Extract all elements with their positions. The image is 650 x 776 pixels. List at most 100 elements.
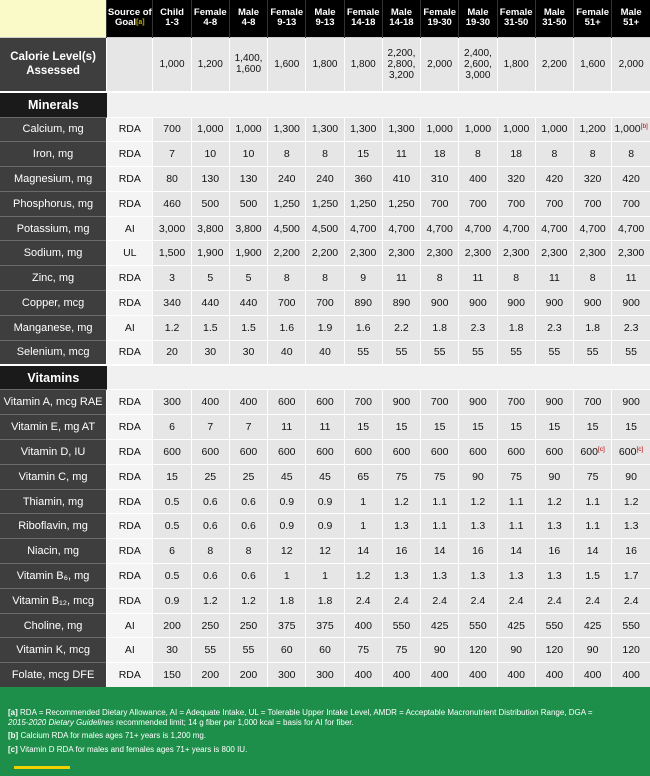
value-text: 16 [395, 545, 408, 558]
value-text: 1,900 [235, 247, 262, 260]
value-text: 600 [580, 445, 598, 458]
value-cell: 600 [267, 389, 306, 415]
value-text: 0.6 [202, 520, 218, 533]
value-text: 460 [163, 197, 181, 210]
value-cell: 1.8 [420, 314, 459, 341]
source-cell: RDA [106, 513, 153, 539]
value-cell: 600 [420, 439, 459, 465]
value-cell: 55 [381, 339, 421, 365]
value-text: 400 [469, 172, 487, 185]
value-cell: 1.8 [305, 587, 345, 614]
value-cell: 14 [343, 538, 383, 564]
value-cell: 0.5 [152, 563, 192, 589]
value-text: 1.1 [432, 520, 447, 533]
value-text: 0.9 [317, 495, 333, 508]
value-text: 16 [548, 545, 561, 558]
value-cell: 30 [152, 637, 192, 663]
value-cell: 0.9 [305, 513, 345, 539]
value-cell: 1.6 [343, 314, 383, 341]
value-text: 400 [545, 669, 564, 682]
value-text: 1.9 [317, 321, 333, 334]
value-text: 11 [319, 421, 331, 434]
value-text: 1.2 [547, 495, 562, 508]
value-text: 45 [319, 470, 331, 483]
value-cell: 8 [305, 141, 345, 167]
value-cell: 4,500 [267, 215, 306, 241]
value-cell: 240 [267, 166, 306, 192]
value-cell: 3,000 [152, 215, 192, 241]
value-text: 3,800 [197, 222, 224, 235]
value-text: 240 [316, 172, 334, 185]
value-cell: 4,700 [496, 215, 536, 241]
table-row: Selenium, mcg RDA 20 30 30 40 40 55 55 55 55 55 55 55… [0, 339, 650, 365]
header-group-age: 4-8 [241, 17, 256, 29]
value-cell: 8 [534, 141, 574, 167]
header-group: Child 1-3 [152, 0, 192, 37]
value-cell: 375 [267, 612, 306, 638]
section-title: Vitamins [0, 363, 107, 390]
value-cell: 8 [420, 265, 459, 291]
value-cell: 700 [420, 190, 459, 217]
value-text: 600 [316, 396, 334, 409]
value-cell: 1,900 [190, 240, 230, 266]
value-cell: 1.2 [381, 488, 421, 514]
value-cell: 1.8 [496, 314, 536, 341]
value-text: 1.6 [355, 321, 371, 334]
value-text: 1.8 [279, 594, 295, 607]
nutrient-name: Potassium, mg [0, 215, 107, 241]
value-cell: 2,300 [420, 240, 459, 266]
value-cell: 15 [381, 414, 421, 440]
value-text: 8 [322, 272, 328, 285]
value-text: 700 [507, 396, 525, 409]
value-cell: 425 [496, 612, 536, 638]
value-cell: 200 [228, 662, 268, 688]
value-text: 2.4 [585, 594, 600, 607]
source-cell: RDA [106, 463, 153, 490]
value-cell: 400 [458, 166, 498, 192]
value-cell: 55 [534, 339, 574, 365]
value-cell: 90 [458, 463, 498, 490]
value-cell: 1.3 [496, 563, 536, 589]
header-group: Female 51+ [573, 0, 612, 37]
footnote-a-label: [a] [8, 708, 18, 717]
value-text: 90 [472, 470, 484, 483]
value-text: 420 [545, 172, 564, 185]
value-text: 2,300 [503, 247, 530, 260]
header-corner [0, 0, 107, 37]
nutrient-goals-page: Source of Goal[a] Child 1-3 Female 4-8 Male 4… [0, 0, 650, 776]
value-text: 1,300 [350, 123, 377, 136]
nutrient-name: Vitamin D, IU [0, 439, 107, 465]
value-cell: 120 [458, 637, 498, 663]
value-text: 400 [201, 396, 220, 409]
footnote-c: [c] Vitamin D RDA for males and females … [8, 745, 638, 755]
value-cell: 440 [190, 290, 230, 316]
value-cell: 4,700 [573, 215, 612, 241]
value-cell: 3,800 [190, 215, 230, 241]
header-group-age: 9-13 [315, 17, 335, 29]
value-cell: 425 [420, 612, 459, 638]
value-text: 1.8 [432, 321, 447, 334]
value-cell: 8 [190, 538, 230, 564]
value-text: 1.3 [394, 569, 409, 582]
value-cell: 360 [343, 166, 383, 192]
value-cell: 600[c] [611, 439, 650, 465]
calorie-level-cell: 1,600 [573, 36, 612, 92]
value-text: 700 [545, 197, 564, 210]
value-cell: 60 [267, 637, 306, 663]
header-group-age: 19-30 [465, 17, 491, 29]
value-cell: 1 [267, 563, 306, 589]
value-cell: 2.4 [496, 587, 536, 614]
value-cell: 0.9 [267, 488, 306, 514]
calorie-level-cell: 1,200 [190, 36, 230, 92]
value-text: 1.2 [241, 594, 256, 607]
value-cell: 15 [420, 414, 459, 440]
value-text: 400 [622, 669, 640, 682]
value-cell: 1.1 [573, 513, 612, 539]
value-text: 8 [283, 148, 290, 161]
value-cell: 4,700 [343, 215, 383, 241]
value-cell: 1,200 [573, 116, 612, 142]
value-cell: 90 [573, 637, 612, 663]
value-text: 700 [507, 197, 525, 210]
value-text: 320 [507, 172, 525, 185]
value-cell: 2,300 [573, 240, 612, 266]
